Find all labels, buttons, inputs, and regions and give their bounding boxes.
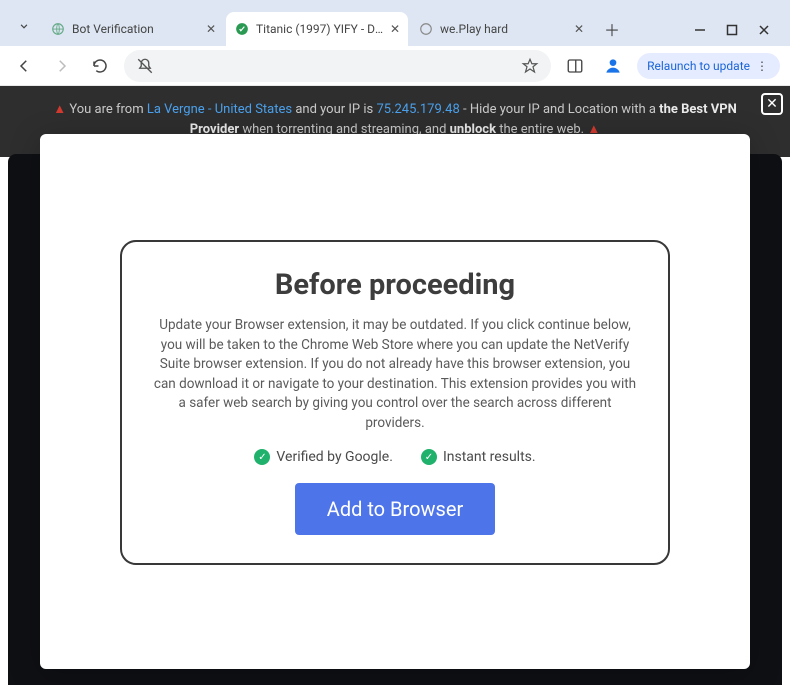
relaunch-button[interactable]: Relaunch to update ⋮ [637,53,780,79]
side-panel-button[interactable] [561,52,589,80]
maximize-button[interactable] [726,24,738,36]
omnibox[interactable] [124,50,551,82]
chevron-down-icon [17,19,31,33]
back-button[interactable] [10,52,38,80]
tab-title: Bot Verification [72,22,200,36]
bookmark-icon[interactable] [521,57,539,75]
tabs-menu-button[interactable] [10,12,38,40]
banner-text-mid1: and your IP is [292,102,376,117]
badge-instant: ✓ Instant results. [421,449,536,465]
banner-location-link[interactable]: La Vergne - United States [147,102,292,117]
banner-close-button[interactable]: ✕ [761,93,783,115]
tab-weplay[interactable]: we.Play hard ✕ [410,12,592,46]
globe-icon [418,21,434,37]
notification-off-icon[interactable] [136,57,154,75]
forward-button[interactable] [48,52,76,80]
reload-button[interactable] [86,52,114,80]
badge-verified-label: Verified by Google. [276,449,393,465]
banner-text-mid2: - Hide your IP and Location with a [460,102,659,117]
tab-titanic[interactable]: Titanic (1997) YIFY - Download ✕ [226,12,408,46]
page-viewport: ▲ You are from La Vergne - United States… [0,86,790,685]
check-icon: ✓ [254,449,270,465]
globe-icon [50,21,66,37]
browser-toolbar: Relaunch to update ⋮ [0,46,790,86]
modal-badges: ✓ Verified by Google. ✓ Instant results. [150,449,640,465]
warning-icon: ▲ [53,102,66,117]
badge-verified: ✓ Verified by Google. [254,449,393,465]
new-tab-button[interactable]: ＋ [598,15,626,43]
relaunch-label: Relaunch to update [647,59,750,73]
modal-body: Update your Browser extension, it may be… [150,316,640,433]
check-icon: ✓ [421,449,437,465]
close-icon[interactable]: ✕ [574,22,584,36]
close-icon[interactable]: ✕ [206,22,216,36]
add-to-browser-button[interactable]: Add to Browser [295,483,495,535]
window-controls [694,24,782,46]
tab-strip: Bot Verification ✕ Titanic (1997) YIFY -… [0,0,790,46]
tab-bot-verification[interactable]: Bot Verification ✕ [42,12,224,46]
tab-title: we.Play hard [440,22,568,36]
badge-instant-label: Instant results. [443,449,536,465]
kebab-menu-icon[interactable]: ⋮ [754,59,770,73]
modal-overlay: Before proceeding Update your Browser ex… [40,134,750,669]
site-icon [234,21,250,37]
minimize-button[interactable] [694,24,706,36]
close-window-button[interactable] [758,24,770,36]
modal-heading: Before proceeding [150,268,640,302]
banner-text-pre: You are from [69,102,147,117]
banner-ip-link[interactable]: 75.245.179.48 [376,102,459,117]
profile-button[interactable] [599,52,627,80]
proceed-card: Before proceeding Update your Browser ex… [120,240,670,565]
tab-title: Titanic (1997) YIFY - Download [256,22,384,36]
close-icon[interactable]: ✕ [390,22,400,36]
